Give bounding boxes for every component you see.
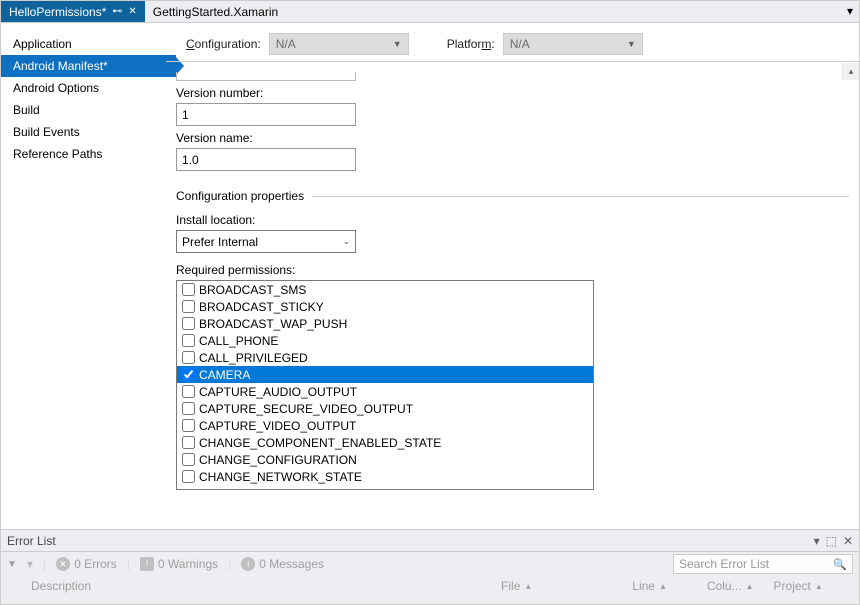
sidebar-item-application[interactable]: Application xyxy=(1,33,166,55)
permission-checkbox[interactable] xyxy=(182,402,195,415)
permission-item[interactable]: CHANGE_CONFIGURATION xyxy=(177,451,593,468)
sort-icon: ▲ xyxy=(746,582,754,591)
close-icon[interactable]: ✕ xyxy=(128,6,136,17)
editor-content: Application Android Manifest* Android Op… xyxy=(1,23,859,529)
column-file[interactable]: File▲ xyxy=(501,579,532,593)
sidebar-item-build-events[interactable]: Build Events xyxy=(1,121,166,143)
permission-label: BROADCAST_STICKY xyxy=(199,300,324,314)
platform-dropdown[interactable]: N/A ▼ xyxy=(503,33,643,55)
error-list-columns: Description File▲ Line▲ Colu...▲ Project… xyxy=(1,576,859,596)
permission-label: CAPTURE_VIDEO_OUTPUT xyxy=(199,419,356,433)
column-column[interactable]: Colu...▲ xyxy=(707,579,754,593)
permission-checkbox[interactable] xyxy=(182,385,195,398)
permission-checkbox[interactable] xyxy=(182,368,195,381)
permission-item[interactable]: CHANGE_NETWORK_STATE xyxy=(177,468,593,485)
configuration-label: Configuration: xyxy=(186,37,261,51)
permission-label: CAPTURE_SECURE_VIDEO_OUTPUT xyxy=(199,402,413,416)
permission-checkbox[interactable] xyxy=(182,436,195,449)
version-name-input[interactable] xyxy=(176,148,356,171)
permission-item[interactable]: CAMERA xyxy=(177,366,593,383)
search-input[interactable]: Search Error List 🔍 xyxy=(673,554,853,574)
permission-checkbox[interactable] xyxy=(182,334,195,347)
errors-filter[interactable]: ✕0 Errors xyxy=(56,557,117,571)
version-number-label: Version number: xyxy=(176,86,849,100)
permission-checkbox[interactable] xyxy=(182,470,195,483)
error-list-header: Error List ▾ ⬚ ✕ xyxy=(1,530,859,552)
sort-icon: ▲ xyxy=(815,582,823,591)
permission-label: CHANGE_COMPONENT_ENABLED_STATE xyxy=(199,436,441,450)
permission-checkbox[interactable] xyxy=(182,453,195,466)
required-permissions-label: Required permissions: xyxy=(176,263,849,277)
section-header: Configuration properties xyxy=(176,189,849,203)
version-name-label: Version name: xyxy=(176,131,849,145)
tab-label: GettingStarted.Xamarin xyxy=(153,5,278,19)
filter-icon[interactable]: ▼ xyxy=(7,559,17,570)
warnings-filter[interactable]: !0 Warnings xyxy=(140,557,218,571)
permission-item[interactable]: CAPTURE_SECURE_VIDEO_OUTPUT xyxy=(177,400,593,417)
warning-icon: ! xyxy=(140,557,154,571)
column-project[interactable]: Project▲ xyxy=(774,579,823,593)
install-location-label: Install location: xyxy=(176,213,849,227)
permission-label: BROADCAST_SMS xyxy=(199,283,306,297)
sidebar-item-build[interactable]: Build xyxy=(1,99,166,121)
info-icon: i xyxy=(241,557,255,571)
tab-getting-started[interactable]: GettingStarted.Xamarin xyxy=(145,1,286,22)
configuration-toolbar: Configuration: N/A ▼ Platform: N/A ▼ xyxy=(166,23,859,62)
sidebar-item-android-manifest[interactable]: Android Manifest* xyxy=(1,55,176,77)
tab-label: HelloPermissions* xyxy=(9,5,106,19)
document-tab-bar: HelloPermissions* ⊷ ✕ GettingStarted.Xam… xyxy=(1,1,859,23)
permission-checkbox[interactable] xyxy=(182,351,195,364)
permission-checkbox[interactable] xyxy=(182,419,195,432)
permission-label: CHANGE_NETWORK_STATE xyxy=(199,470,362,484)
chevron-down-icon: ⌄ xyxy=(342,236,350,247)
version-number-input[interactable] xyxy=(176,103,356,126)
platform-label: Platform: xyxy=(447,37,495,51)
permission-item[interactable]: BROADCAST_STICKY xyxy=(177,298,593,315)
pin-icon[interactable]: ⬚ xyxy=(826,534,837,548)
permission-label: BROADCAST_WAP_PUSH xyxy=(199,317,347,331)
install-location-dropdown[interactable]: Prefer Internal ⌄ xyxy=(176,230,356,253)
permission-label: CAMERA xyxy=(199,368,250,382)
permission-item[interactable]: BROADCAST_SMS xyxy=(177,281,593,298)
error-list-title: Error List xyxy=(7,534,56,548)
permission-item[interactable]: CALL_PRIVILEGED xyxy=(177,349,593,366)
chevron-down-icon: ▼ xyxy=(627,39,636,49)
property-sidebar: Application Android Manifest* Android Op… xyxy=(1,23,166,529)
form-region: Version number: Version name: Configurat… xyxy=(166,62,859,528)
error-list-toolbar: ▼ ▾ | ✕0 Errors | !0 Warnings | i0 Messa… xyxy=(1,552,859,576)
permission-item[interactable]: CHANGE_COMPONENT_ENABLED_STATE xyxy=(177,434,593,451)
permission-item[interactable]: CAPTURE_AUDIO_OUTPUT xyxy=(177,383,593,400)
sort-icon: ▲ xyxy=(524,582,532,591)
permission-label: CHANGE_CONFIGURATION xyxy=(199,453,357,467)
messages-filter[interactable]: i0 Messages xyxy=(241,557,324,571)
permission-checkbox[interactable] xyxy=(182,283,195,296)
tab-dropdown-icon[interactable]: ▾ xyxy=(841,1,859,22)
permission-label: CAPTURE_AUDIO_OUTPUT xyxy=(199,385,357,399)
error-list-panel: Error List ▾ ⬚ ✕ ▼ ▾ | ✕0 Errors | !0 Wa… xyxy=(1,529,859,604)
permission-label: CALL_PHONE xyxy=(199,334,278,348)
permission-checkbox[interactable] xyxy=(182,317,195,330)
main-panel: Configuration: N/A ▼ Platform: N/A ▼ ▴ V… xyxy=(166,23,859,529)
permission-item[interactable]: CALL_PHONE xyxy=(177,332,593,349)
sidebar-item-reference-paths[interactable]: Reference Paths xyxy=(1,143,166,165)
column-description[interactable]: Description xyxy=(31,579,91,593)
tab-hello-permissions[interactable]: HelloPermissions* ⊷ ✕ xyxy=(1,1,145,22)
chevron-down-icon: ▼ xyxy=(393,39,402,49)
error-icon: ✕ xyxy=(56,557,70,571)
configuration-dropdown[interactable]: N/A ▼ xyxy=(269,33,409,55)
permission-label: CALL_PRIVILEGED xyxy=(199,351,308,365)
permission-item[interactable]: CAPTURE_VIDEO_OUTPUT xyxy=(177,417,593,434)
permission-item[interactable]: BROADCAST_WAP_PUSH xyxy=(177,315,593,332)
close-icon[interactable]: ✕ xyxy=(843,534,853,548)
pin-icon[interactable]: ⊷ xyxy=(112,6,122,17)
truncated-field xyxy=(176,72,356,81)
sort-icon: ▲ xyxy=(659,582,667,591)
sidebar-item-android-options[interactable]: Android Options xyxy=(1,77,166,99)
window-position-icon[interactable]: ▾ xyxy=(814,534,820,548)
permissions-listbox[interactable]: BROADCAST_SMS BROADCAST_STICKY BROADCAST_W… xyxy=(176,280,594,490)
column-line[interactable]: Line▲ xyxy=(632,579,667,593)
permission-checkbox[interactable] xyxy=(182,300,195,313)
search-icon: 🔍 xyxy=(833,558,847,571)
